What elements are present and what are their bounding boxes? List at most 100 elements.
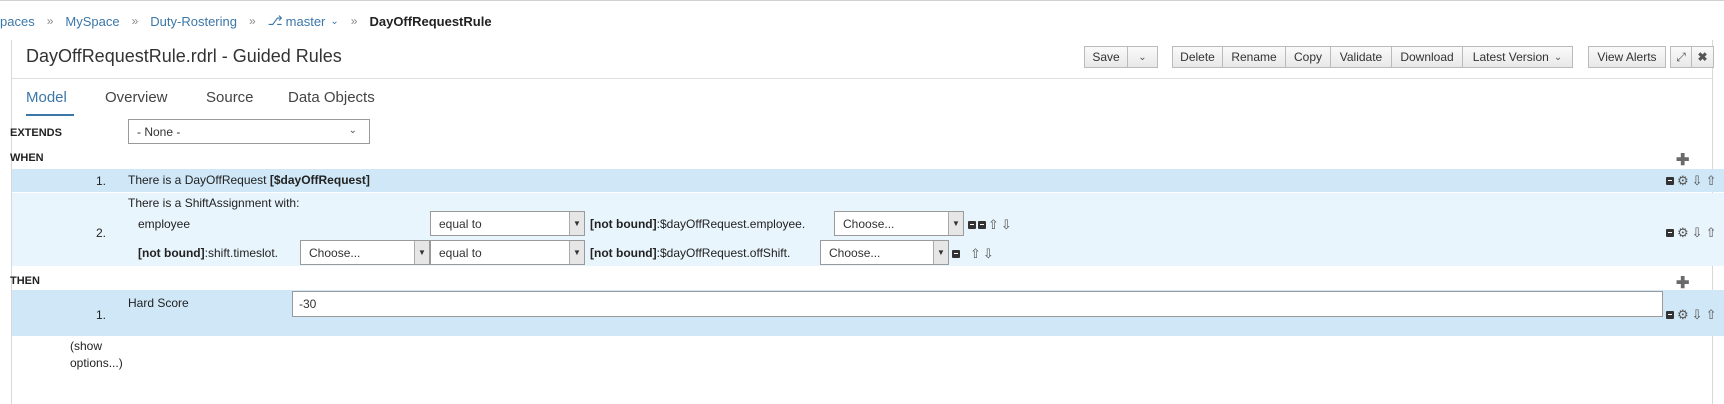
download-button[interactable]: Download	[1392, 46, 1463, 68]
row-actions: ⚙ ⇩ ⇧	[1666, 174, 1716, 187]
save-group: Save ⌄	[1084, 46, 1158, 70]
operator-select[interactable]: equal to ▼	[430, 211, 585, 236]
view-alerts-button[interactable]: View Alerts	[1588, 46, 1666, 68]
arrow-down-icon[interactable]: ⇩	[1692, 308, 1703, 321]
action-number: 1.	[96, 308, 107, 322]
rename-button[interactable]: Rename	[1223, 46, 1286, 68]
insert-icon[interactable]: ⚙	[1677, 308, 1689, 321]
field-employee[interactable]: employee	[138, 217, 190, 231]
delete-button[interactable]: Delete	[1172, 46, 1223, 68]
editor-title: DayOffRequestRule.rdrl - Guided Rules	[26, 46, 342, 66]
extends-select[interactable]: - None - ⌄	[128, 119, 370, 144]
condition-number: 1.	[96, 174, 107, 188]
remove-icon[interactable]	[978, 220, 986, 229]
triangle-down-icon: ▼	[933, 241, 948, 264]
arrow-up-icon[interactable]: ⇧	[988, 218, 999, 231]
constraint-actions: ⇧ ⇩	[968, 218, 1012, 231]
remove-icon[interactable]	[968, 220, 976, 229]
field-choose-select[interactable]: Choose... ▼	[834, 211, 964, 236]
expression-text: :$dayOffRequest.offShift.	[656, 246, 791, 260]
arrow-up-icon[interactable]: ⇧	[1706, 226, 1717, 239]
chevron-down-icon: ⌄	[348, 125, 357, 136]
then-label: THEN	[10, 275, 40, 287]
condition-header[interactable]: There is a ShiftAssignment with:	[128, 196, 299, 210]
field-choose-select[interactable]: Choose... ▼	[300, 240, 430, 265]
remove-icon[interactable]	[1666, 310, 1674, 319]
value-expression[interactable]: [not bound]:$dayOffRequest.offShift.	[590, 246, 790, 260]
when-label: WHEN	[10, 152, 44, 164]
condition-number: 2.	[96, 226, 107, 240]
hard-score-label: Hard Score	[128, 296, 189, 310]
branch-label: master	[285, 13, 326, 29]
triangle-down-icon: ▼	[569, 212, 584, 235]
close-button[interactable]: ✖	[1692, 46, 1714, 68]
breadcrumb-separator: »	[131, 14, 139, 28]
tab-data-objects[interactable]: Data Objects	[288, 89, 375, 106]
chevron-down-icon: ⌄	[1553, 51, 1563, 63]
move-buttons: ⇧ ⇩	[970, 247, 994, 260]
arrow-down-icon[interactable]: ⇩	[1001, 218, 1012, 231]
chevron-down-icon: ⌄	[1138, 51, 1147, 63]
expression-text: :$dayOffRequest.employee.	[656, 217, 806, 231]
condition-pattern[interactable]: There is a DayOffRequest [$dayOffRequest…	[128, 173, 370, 187]
remove-icon[interactable]	[1666, 176, 1674, 185]
hard-score-input[interactable]: -30	[292, 291, 1663, 317]
branch-selector[interactable]: ⎇ master ⌄	[268, 13, 339, 29]
arrow-down-icon[interactable]: ⇩	[1692, 226, 1703, 239]
alerts-group: View Alerts	[1588, 46, 1666, 70]
copy-button[interactable]: Copy	[1286, 46, 1331, 68]
breadcrumb-spaces[interactable]: paces	[0, 14, 35, 29]
breadcrumb-separator: »	[248, 14, 256, 28]
show-options-link[interactable]: (show options...)	[70, 338, 132, 372]
branch-icon: ⎇	[267, 13, 283, 28]
row-actions: ⚙ ⇩ ⇧	[1666, 308, 1716, 321]
arrow-down-icon[interactable]: ⇩	[983, 247, 994, 260]
window-controls: ⤢ ✖	[1670, 46, 1714, 70]
operator-value: equal to	[439, 245, 482, 260]
tab-model[interactable]: Model	[26, 89, 67, 106]
triangle-down-icon: ▼	[414, 241, 429, 264]
chevron-down-icon: ⌄	[330, 15, 339, 27]
remove-icon[interactable]	[952, 249, 960, 258]
insert-icon[interactable]: ⚙	[1677, 226, 1689, 239]
tab-overview[interactable]: Overview	[105, 89, 168, 106]
extends-label: EXTENDS	[10, 127, 62, 139]
breadcrumb-myspace[interactable]: MySpace	[65, 14, 119, 29]
pattern-text: There is a DayOffRequest	[128, 173, 270, 187]
choose-value: Choose...	[843, 216, 895, 231]
header-divider	[12, 78, 1712, 79]
arrow-up-icon[interactable]: ⇧	[970, 247, 981, 260]
constraint-actions: ⇧ ⇩	[952, 247, 994, 260]
row-actions: ⚙ ⇩ ⇧	[1666, 226, 1716, 239]
top-border	[0, 0, 1724, 1]
field-choose-select[interactable]: Choose... ▼	[820, 240, 949, 265]
expand-icon: ⤢	[1676, 49, 1686, 64]
arrow-up-icon[interactable]: ⇧	[1706, 308, 1717, 321]
breadcrumb-project[interactable]: Duty-Rostering	[150, 14, 237, 29]
breadcrumb-separator: »	[350, 14, 358, 28]
breadcrumb: paces » MySpace » Duty-Rostering » ⎇ mas…	[0, 12, 492, 30]
validate-button[interactable]: Validate	[1331, 46, 1392, 68]
not-bound-label: [not bound]	[138, 246, 205, 260]
tab-source[interactable]: Source	[206, 89, 254, 106]
hard-score-value: -30	[299, 297, 317, 311]
add-condition-icon[interactable]: ✚	[1676, 150, 1689, 170]
choose-value: Choose...	[309, 245, 361, 260]
close-icon: ✖	[1697, 49, 1708, 64]
value-expression[interactable]: [not bound]:$dayOffRequest.employee.	[590, 217, 805, 231]
arrow-up-icon[interactable]: ⇧	[1706, 174, 1717, 187]
save-dropdown-button[interactable]: ⌄	[1128, 46, 1158, 68]
not-bound-label: [not bound]	[590, 246, 657, 260]
constraint-field[interactable]: [not bound]:shift.timeslot.	[138, 246, 278, 260]
remove-icon[interactable]	[1666, 228, 1674, 237]
latest-version-label: Latest Version	[1472, 50, 1549, 64]
save-button[interactable]: Save	[1084, 46, 1128, 68]
operator-select[interactable]: equal to ▼	[430, 240, 585, 265]
extends-value: - None -	[137, 124, 181, 139]
expand-button[interactable]: ⤢	[1670, 46, 1692, 68]
file-actions-group: Delete Rename Copy Validate Download Lat…	[1172, 46, 1573, 70]
insert-icon[interactable]: ⚙	[1677, 174, 1689, 187]
arrow-down-icon[interactable]: ⇩	[1692, 174, 1703, 187]
not-bound-label: [not bound]	[590, 217, 657, 231]
latest-version-button[interactable]: Latest Version ⌄	[1463, 46, 1573, 68]
